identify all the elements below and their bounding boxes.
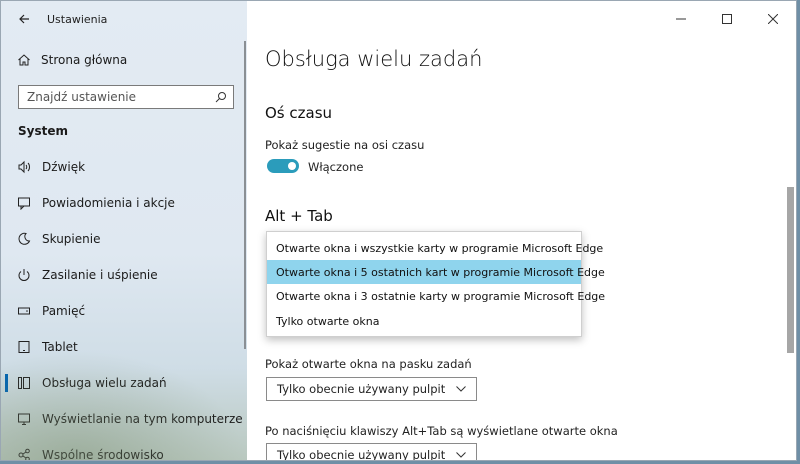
- sidebar-item-sound[interactable]: Dźwięk: [1, 149, 247, 185]
- content-scrollbar[interactable]: [787, 187, 794, 353]
- alttab-desktops-select[interactable]: Tylko obecnie używany pulpit: [266, 443, 477, 461]
- toggle-knob: [288, 162, 296, 170]
- search-icon[interactable]: [209, 91, 233, 103]
- search-box[interactable]: [18, 85, 234, 109]
- sidebar: Ustawienia Strona główna System Dźwięk P…: [1, 1, 247, 460]
- sidebar-item-projecting[interactable]: Wyświetlanie na tym komputerze: [1, 401, 247, 437]
- alttab-option[interactable]: Otwarte okna i wszystkie karty w program…: [267, 236, 603, 260]
- category-heading: System: [18, 124, 68, 138]
- drive-icon: [17, 304, 31, 318]
- chevron-down-icon: [456, 384, 466, 394]
- sidebar-item-focus[interactable]: Skupienie: [1, 221, 247, 257]
- sidebar-item-tablet[interactable]: Tablet: [1, 329, 247, 365]
- taskbar-desktops-select[interactable]: Tylko obecnie używany pulpit: [266, 377, 477, 401]
- alttab-desktops-label: Po naciśnięciu klawiszy Alt+Tab są wyświ…: [265, 424, 618, 438]
- sidebar-item-multitasking[interactable]: Obsługa wielu zadań: [1, 365, 247, 401]
- timeline-suggestions-label: Pokaż sugestie na osi czasu: [265, 138, 425, 152]
- timeline-heading: Oś czasu: [265, 104, 333, 122]
- sidebar-item-label: Powiadomienia i akcje: [42, 196, 175, 210]
- sidebar-item-shared[interactable]: Wspólne środowisko: [1, 437, 247, 460]
- chevron-down-icon: [456, 450, 466, 460]
- select-value: Tylko obecnie używany pulpit: [277, 448, 446, 461]
- power-icon: [17, 268, 31, 282]
- sidebar-item-label: Obsługa wielu zadań: [42, 376, 167, 390]
- multitask-icon: [17, 376, 31, 390]
- minimize-button[interactable]: [658, 1, 704, 37]
- sidebar-item-label: Dźwięk: [42, 160, 86, 174]
- title-bar: Ustawienia: [1, 1, 247, 37]
- timeline-suggestions-toggle[interactable]: [267, 159, 299, 173]
- maximize-button[interactable]: [704, 1, 750, 37]
- app-title: Ustawienia: [47, 12, 108, 26]
- moon-icon: [17, 232, 31, 246]
- sidebar-scrollbar[interactable]: [244, 41, 246, 349]
- home-link[interactable]: Strona główna: [17, 53, 127, 67]
- sidebar-item-label: Wspólne środowisko: [42, 448, 164, 460]
- search-input[interactable]: [19, 90, 209, 104]
- sidebar-item-power[interactable]: Zasilanie i uśpienie: [1, 257, 247, 293]
- page-title: Obsługa wielu zadań: [265, 47, 483, 71]
- sidebar-item-label: Zasilanie i uśpienie: [42, 268, 158, 282]
- project-icon: [17, 412, 31, 426]
- close-icon: [768, 14, 778, 24]
- alttab-dropdown-list: Otwarte okna i wszystkie karty w program…: [266, 231, 605, 337]
- sidebar-item-storage[interactable]: Pamięć: [1, 293, 247, 329]
- sidebar-nav: Dźwięk Powiadomienia i akcje Skupienie Z…: [1, 149, 247, 460]
- sidebar-item-label: Tablet: [42, 340, 78, 354]
- alttab-heading: Alt + Tab: [265, 207, 333, 225]
- home-icon: [18, 54, 30, 66]
- minimize-icon: [676, 18, 686, 20]
- toggle-state-label: Włączone: [308, 160, 364, 174]
- back-button[interactable]: [1, 1, 47, 37]
- home-label: Strona główna: [41, 53, 128, 67]
- sidebar-item-label: Skupienie: [42, 232, 101, 246]
- select-value: Tylko obecnie używany pulpit: [277, 382, 446, 396]
- share-icon: [17, 448, 31, 460]
- close-button[interactable]: [750, 1, 796, 37]
- window-controls: [658, 1, 796, 37]
- alttab-option[interactable]: Tylko otwarte okna: [267, 309, 581, 333]
- message-icon: [17, 196, 31, 210]
- maximize-icon: [722, 14, 732, 24]
- sidebar-item-label: Pamięć: [42, 304, 86, 318]
- sidebar-item-notifications[interactable]: Powiadomienia i akcje: [1, 185, 247, 221]
- taskbar-label: Pokaż otwarte okna na pasku zadań: [265, 357, 472, 371]
- sidebar-item-label: Wyświetlanie na tym komputerze: [42, 412, 243, 426]
- alttab-option[interactable]: Otwarte okna i 3 ostatnie karty w progra…: [267, 284, 605, 308]
- settings-window: Ustawienia Strona główna System Dźwięk P…: [0, 0, 797, 461]
- speaker-icon: [17, 160, 31, 174]
- back-arrow-icon: [19, 14, 29, 24]
- tablet-icon: [17, 340, 31, 354]
- alttab-option-selected[interactable]: Otwarte okna i 5 ostatnich kart w progra…: [267, 260, 605, 284]
